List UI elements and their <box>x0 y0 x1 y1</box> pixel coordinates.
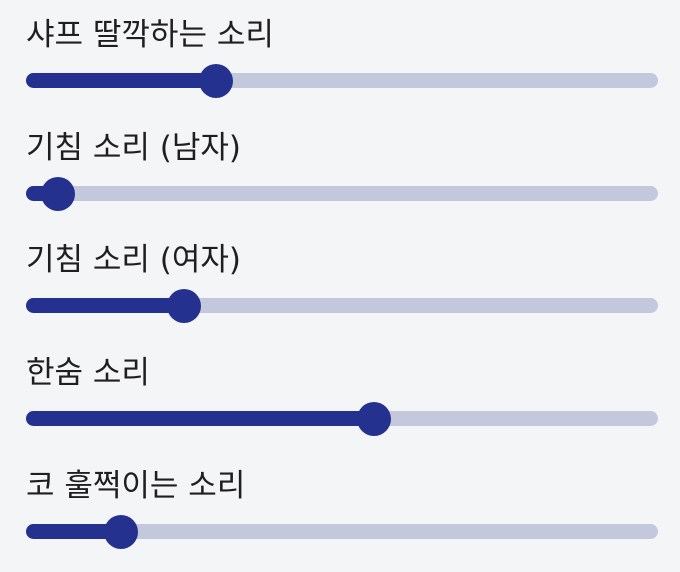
slider-fill <box>26 298 184 313</box>
volume-slider[interactable] <box>26 514 658 549</box>
slider-item-sharp-click: 샤프 딸깍하는 소리 <box>0 0 680 112</box>
volume-slider[interactable] <box>26 63 658 98</box>
slider-item-sigh: 한숨 소리 <box>0 338 680 450</box>
slider-label: 기침 소리 (남자) <box>26 130 242 166</box>
slider-fill <box>26 411 374 426</box>
slider-thumb[interactable] <box>167 288 201 323</box>
slider-label: 샤프 딸깍하는 소리 <box>26 17 274 53</box>
slider-item-cough-male: 기침 소리 (남자) <box>0 113 680 225</box>
slider-track <box>26 186 658 201</box>
sound-slider-list: 샤프 딸깍하는 소리 기침 소리 (남자) 기침 소리 (여자) 한숨 소리 코… <box>0 0 680 572</box>
volume-slider[interactable] <box>26 288 658 323</box>
slider-item-sniffle: 코 훌쩍이는 소리 <box>0 451 680 563</box>
slider-thumb[interactable] <box>356 401 391 436</box>
slider-item-cough-female: 기침 소리 (여자) <box>0 225 680 337</box>
slider-label: 코 훌쩍이는 소리 <box>26 468 246 504</box>
slider-thumb[interactable] <box>103 514 138 549</box>
volume-slider[interactable] <box>26 401 658 436</box>
slider-fill <box>26 73 216 88</box>
slider-label: 기침 소리 (여자) <box>26 242 242 278</box>
slider-label: 한숨 소리 <box>26 355 150 391</box>
slider-thumb[interactable] <box>40 176 75 211</box>
slider-thumb[interactable] <box>198 63 233 98</box>
volume-slider[interactable] <box>26 176 658 211</box>
